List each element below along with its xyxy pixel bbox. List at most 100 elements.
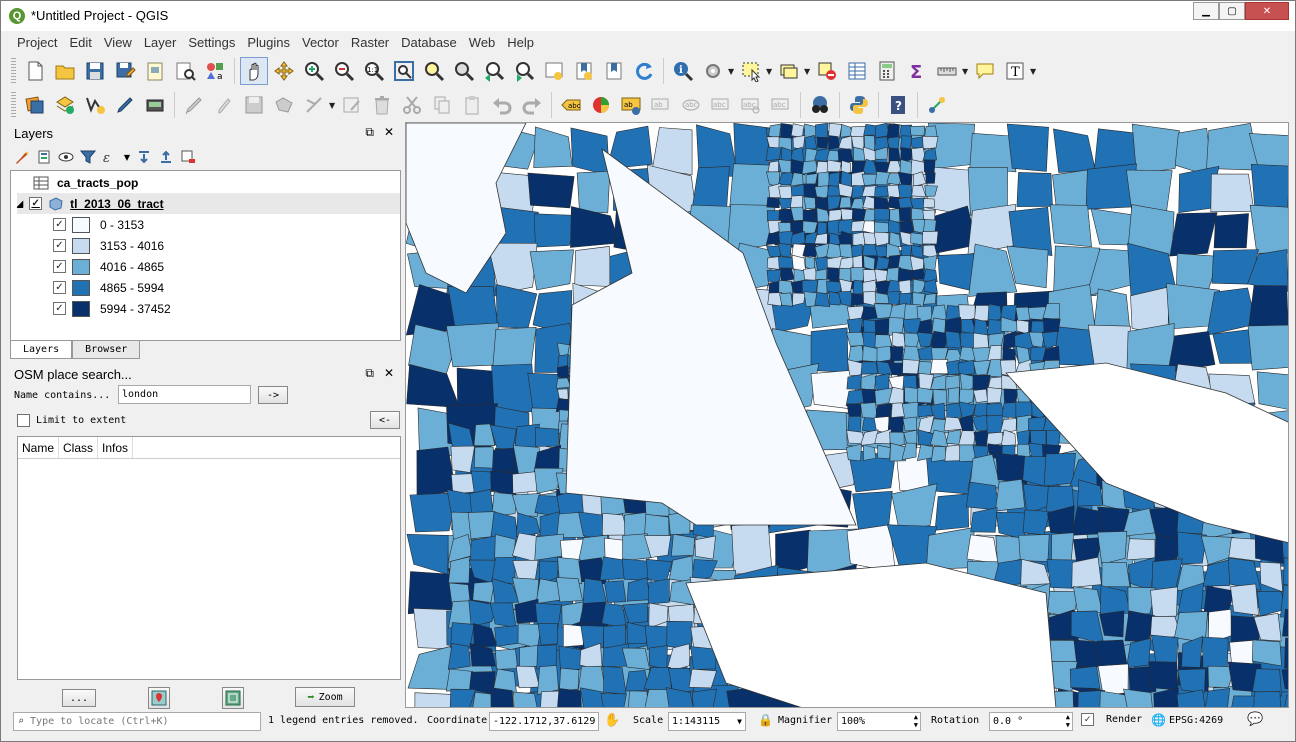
zoom-last-icon[interactable] — [480, 57, 508, 85]
legend-item-checkbox[interactable]: ✓ — [53, 218, 66, 231]
menu-raster[interactable]: Raster — [345, 35, 395, 50]
dropdown-arrow-icon[interactable]: ▼ — [1030, 67, 1038, 76]
select-features-icon[interactable] — [737, 57, 765, 85]
current-edits-icon[interactable] — [180, 91, 208, 119]
locator-search[interactable]: ⌕ Type to locate (Ctrl+K) — [13, 712, 261, 731]
tab-layers[interactable]: Layers — [10, 341, 73, 359]
spinner-icon[interactable]: ▲ ▼ — [914, 713, 918, 729]
menu-plugins[interactable]: Plugins — [241, 35, 296, 50]
more-button[interactable]: ... — [62, 689, 96, 707]
menu-help[interactable]: Help — [501, 35, 540, 50]
save-as-icon[interactable] — [111, 57, 139, 85]
new-project-icon[interactable] — [21, 57, 49, 85]
toolbar-grip[interactable] — [11, 58, 16, 84]
layer-labeling-icon[interactable]: abc — [557, 91, 585, 119]
remove-layer-icon[interactable] — [179, 148, 197, 166]
coordinate-field[interactable]: -122.1712,37.6129 — [489, 712, 599, 731]
save-edits-icon[interactable] — [240, 91, 268, 119]
move-label-icon[interactable]: abc — [707, 91, 735, 119]
digitize-icon[interactable] — [111, 91, 139, 119]
legend-item[interactable]: ✓ 3153 - 4016 — [53, 235, 164, 256]
column-header-class[interactable]: Class — [59, 437, 99, 458]
collapse-all-icon[interactable] — [157, 148, 175, 166]
rotate-label-icon[interactable]: abc — [737, 91, 765, 119]
float-panel-icon[interactable]: ⧉ — [365, 125, 374, 140]
legend-item[interactable]: ✓ 5994 - 37452 — [53, 298, 171, 319]
lock-icon[interactable]: 🔒 — [758, 713, 773, 727]
legend-item-checkbox[interactable]: ✓ — [53, 281, 66, 294]
dropdown-arrow-icon[interactable]: ▼ — [329, 101, 337, 110]
close-panel-icon[interactable]: ✕ — [384, 125, 394, 140]
dropdown-arrow-icon[interactable]: ▼ — [123, 148, 131, 166]
limit-extent-checkbox[interactable] — [17, 413, 30, 427]
style-manager-icon[interactable]: a — [201, 57, 229, 85]
dropdown-arrow-icon[interactable]: ▼ — [962, 67, 970, 76]
menu-web[interactable]: Web — [463, 35, 502, 50]
legend-item[interactable]: ✓ 4016 - 4865 — [53, 256, 164, 277]
help-contents-icon[interactable]: ? — [884, 91, 912, 119]
show-bookmarks-icon[interactable] — [600, 57, 628, 85]
mouse-pointer-icon[interactable]: ✋ — [604, 713, 620, 728]
add-vector-layer-icon[interactable] — [51, 91, 79, 119]
rotation-field[interactable]: 0.0 ° ▲ ▼ — [989, 712, 1073, 731]
map-extent-icon[interactable] — [222, 687, 244, 709]
legend-item-checkbox[interactable]: ✓ — [53, 239, 66, 252]
layout-manager-icon[interactable] — [171, 57, 199, 85]
menu-view[interactable]: View — [98, 35, 138, 50]
toolbar-grip[interactable] — [11, 92, 16, 118]
close-panel-icon[interactable]: ✕ — [384, 366, 394, 381]
legend-item-checkbox[interactable]: ✓ — [53, 302, 66, 315]
add-group-icon[interactable] — [35, 148, 53, 166]
open-layer-styling-icon[interactable] — [13, 148, 31, 166]
map-tips-icon[interactable] — [971, 57, 999, 85]
dropdown-arrow-icon[interactable]: ▼ — [766, 67, 774, 76]
maximize-button[interactable]: ▢ — [1219, 2, 1245, 20]
layer-diagram-icon[interactable] — [587, 91, 615, 119]
tab-browser[interactable]: Browser — [72, 341, 141, 359]
pin-labels-icon[interactable]: ab — [617, 91, 645, 119]
menu-project[interactable]: Project — [11, 35, 63, 50]
spinner-icon[interactable]: ▲ ▼ — [1066, 713, 1070, 729]
save-project-icon[interactable] — [81, 57, 109, 85]
manage-visibility-icon[interactable] — [57, 148, 75, 166]
deselect-all-icon[interactable] — [813, 57, 841, 85]
chevron-down-icon[interactable]: ▼ — [737, 713, 742, 730]
dropdown-arrow-icon[interactable]: ▼ — [728, 67, 736, 76]
filter-by-expression-icon[interactable]: ε — [101, 148, 119, 166]
copy-features-icon[interactable] — [428, 91, 456, 119]
legend-item-checkbox[interactable]: ✓ — [53, 260, 66, 273]
new-bookmark-icon[interactable] — [570, 57, 598, 85]
add-feature-icon[interactable] — [270, 91, 298, 119]
vertex-tool-icon[interactable] — [300, 91, 328, 119]
menu-settings[interactable]: Settings — [182, 35, 241, 50]
show-hide-labels-icon[interactable]: abc — [677, 91, 705, 119]
column-header-infos[interactable]: Infos — [98, 437, 134, 458]
zoom-out-icon[interactable] — [330, 57, 358, 85]
menu-layer[interactable]: Layer — [138, 35, 183, 50]
legend-item[interactable]: ✓ 0 - 3153 — [53, 214, 144, 235]
magnifier-field[interactable]: 100% ▲ ▼ — [837, 712, 921, 731]
gps-icon[interactable] — [141, 91, 169, 119]
legend-item[interactable]: ✓ 4865 - 5994 — [53, 277, 164, 298]
zoom-native-resolution-icon[interactable]: 1:1 — [360, 57, 388, 85]
layer-item-ca-tracts-pop[interactable]: ca_tracts_pop — [33, 172, 138, 193]
osm-search-button[interactable]: -> — [258, 386, 288, 404]
attribute-table-icon[interactable] — [843, 57, 871, 85]
zoom-button[interactable]: ➡ Zoom — [295, 687, 355, 707]
open-project-icon[interactable] — [51, 57, 79, 85]
new-map-view-icon[interactable] — [540, 57, 568, 85]
close-button[interactable]: ✕ — [1245, 2, 1289, 20]
run-feature-action-icon[interactable] — [699, 57, 727, 85]
osm-back-button[interactable]: <- — [370, 411, 400, 429]
census-tract-map[interactable] — [406, 123, 1289, 708]
highlight-pinned-labels-icon[interactable]: ab — [647, 91, 675, 119]
zoom-to-selection-icon[interactable] — [420, 57, 448, 85]
measure-line-icon[interactable] — [933, 57, 961, 85]
collapse-arrow-icon[interactable]: ◢ — [17, 199, 23, 208]
digitizing-tool-icon[interactable] — [923, 91, 951, 119]
zoom-in-icon[interactable] — [300, 57, 328, 85]
float-panel-icon[interactable]: ⧉ — [365, 366, 374, 381]
layer-item-tl-2013-06-tract[interactable]: ◢ ✓ tl_2013_06_tract — [17, 193, 400, 214]
python-console-icon[interactable] — [845, 91, 873, 119]
new-shapefile-icon[interactable] — [81, 91, 109, 119]
